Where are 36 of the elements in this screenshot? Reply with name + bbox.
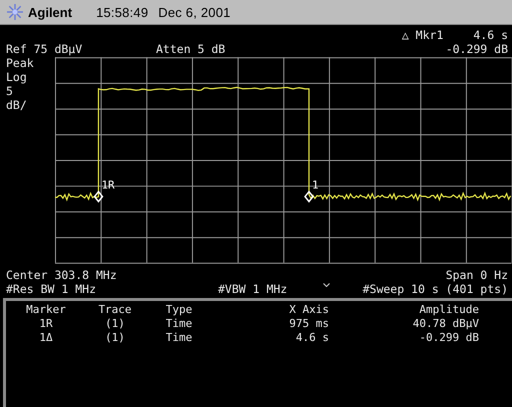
marker-diamond-icon (304, 190, 314, 203)
column-header: Trace (97, 303, 133, 317)
brand-name: Agilent (28, 4, 72, 20)
reference-level: Ref 75 dBμV (6, 42, 84, 56)
marker-y-value: -0.299 dB (446, 42, 508, 56)
resolution-bandwidth: #Res BW 1 MHz (6, 282, 98, 296)
clock-time: 15:58:49 (96, 4, 148, 20)
video-bandwidth: #VBW 1 MHz (218, 282, 288, 296)
column-header: Amplitude (418, 303, 479, 317)
table-cell-text: 40.78 dBμV (412, 317, 479, 331)
marker-label: △ Mkr1 (402, 28, 444, 42)
center-frequency: Center 303.8 MHz (6, 268, 117, 282)
column-header: Marker (25, 303, 67, 317)
table-cell-text: 1R (38, 317, 54, 331)
column-header: Type (164, 303, 194, 317)
sweep-time: #Sweep 10 s (401 pts) (362, 282, 508, 296)
scale-label: Peak (6, 56, 35, 70)
scale-label: dB/ (6, 98, 28, 112)
scale-label: Log (6, 70, 28, 84)
logo-icon (6, 3, 24, 21)
table-cell-text: (1) (104, 331, 126, 345)
table-cell-text: (1) (104, 317, 126, 331)
table-cell-text: -0.299 dB (418, 331, 479, 345)
scale-label: 5 (6, 84, 14, 98)
table-cell-text: 4.6 s (294, 331, 329, 345)
frequency-span: Span 0 Hz (446, 268, 508, 282)
table-cell-text: Time (164, 331, 194, 345)
table-cell-text: 1Δ (38, 331, 54, 345)
marker-diamond-icon (94, 190, 104, 203)
table-cell-text: 975 ms (288, 317, 329, 331)
attenuation: Atten 5 dB (156, 42, 226, 56)
caret-icon (323, 283, 330, 287)
table-cell-text: Time (164, 317, 194, 331)
marker-x-value: 4.6 s (473, 28, 508, 42)
date: Dec 6, 2001 (158, 4, 231, 20)
column-header: X Axis (288, 303, 329, 317)
